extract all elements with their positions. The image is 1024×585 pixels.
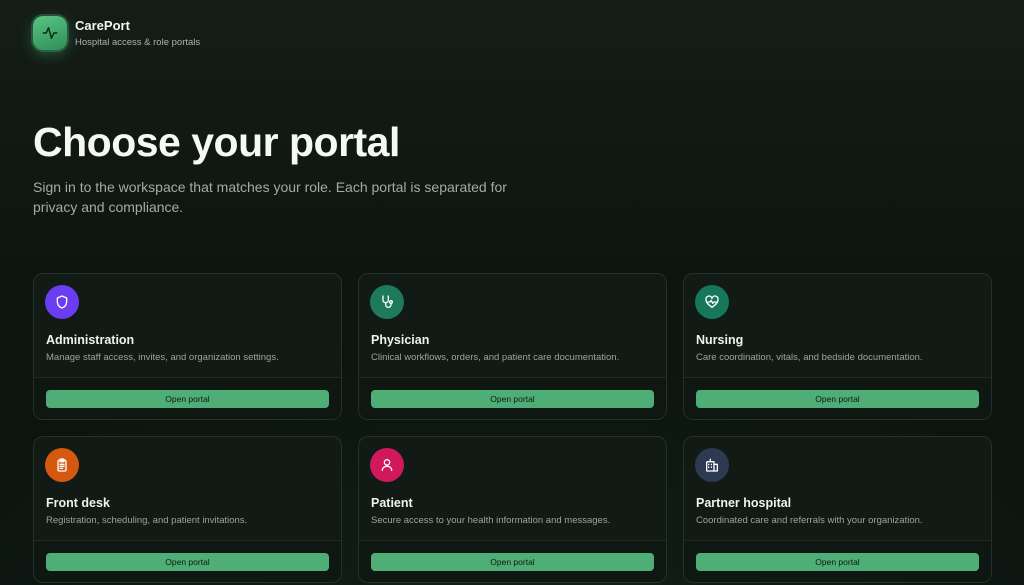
shield-icon (45, 285, 79, 319)
user-icon (370, 448, 404, 482)
portal-description: Registration, scheduling, and patient in… (46, 515, 248, 526)
portal-card-nursing: Nursing Care coordination, vitals, and b… (683, 273, 992, 420)
hospital-building-icon (695, 448, 729, 482)
portal-card-footer: Open portal (684, 540, 991, 582)
portal-title: Partner hospital (696, 496, 792, 510)
brand-header: CarePort Hospital access & role portals (33, 16, 200, 50)
portal-card-footer: Open portal (684, 377, 991, 419)
portal-description: Manage staff access, invites, and organi… (46, 352, 279, 363)
brand-tagline: Hospital access & role portals (75, 37, 201, 48)
stethoscope-icon (370, 285, 404, 319)
portal-card-footer: Open portal (359, 377, 666, 419)
portal-card-front-desk: Front desk Registration, scheduling, and… (33, 436, 342, 583)
portal-description: Coordinated care and referrals with your… (696, 515, 923, 526)
portal-card-physician: Physician Clinical workflows, orders, an… (358, 273, 667, 420)
portal-description: Secure access to your health information… (371, 515, 611, 526)
portal-card-footer: Open portal (359, 540, 666, 582)
brand-name: CarePort (75, 18, 130, 33)
open-portal-button-nursing[interactable]: Open portal (696, 390, 979, 408)
portal-description: Care coordination, vitals, and bedside d… (696, 352, 923, 363)
portal-description: Clinical workflows, orders, and patient … (371, 352, 620, 363)
portal-title: Administration (46, 333, 135, 347)
portal-card-partner-hospital: Partner hospital Coordinated care and re… (683, 436, 992, 583)
portal-card-patient: Patient Secure access to your health inf… (358, 436, 667, 583)
activity-pulse-icon (33, 16, 67, 50)
portal-title: Physician (371, 333, 430, 347)
open-portal-button-patient[interactable]: Open portal (371, 553, 654, 571)
portal-card-footer: Open portal (34, 540, 341, 582)
clipboard-icon (45, 448, 79, 482)
portal-grid: Administration Manage staff access, invi… (33, 273, 992, 583)
open-portal-button-administration[interactable]: Open portal (46, 390, 329, 408)
hero: Choose your portal Sign in to the worksp… (33, 119, 553, 217)
portal-title: Nursing (696, 333, 744, 347)
open-portal-button-front-desk[interactable]: Open portal (46, 553, 329, 571)
open-portal-button-physician[interactable]: Open portal (371, 390, 654, 408)
portal-card-footer: Open portal (34, 377, 341, 419)
portal-title: Patient (371, 496, 413, 510)
heart-pulse-icon (695, 285, 729, 319)
portal-title: Front desk (46, 496, 110, 510)
portal-card-administration: Administration Manage staff access, invi… (33, 273, 342, 420)
page-subtitle: Sign in to the workspace that matches yo… (33, 179, 507, 216)
open-portal-button-partner-hospital[interactable]: Open portal (696, 553, 979, 571)
page-title: Choose your portal (33, 119, 400, 165)
